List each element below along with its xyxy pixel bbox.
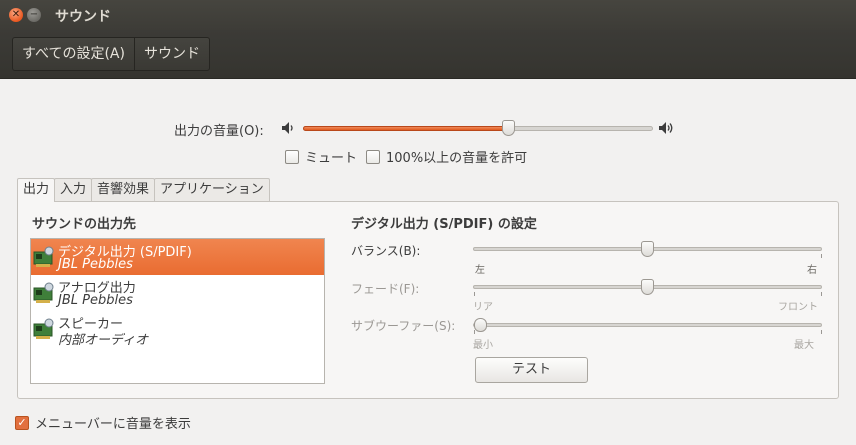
subwoofer-tick-right [821,330,822,334]
fade-label: フェード(F): [351,282,420,296]
balance-label: バランス(B): [351,244,421,258]
tab-sound-effects[interactable]: 音響効果 [91,178,156,202]
subwoofer-label: サブウーファー(S): [351,319,456,333]
output-volume-slider[interactable] [303,120,653,136]
test-button[interactable]: テスト [475,357,588,383]
balance-left-label: 左 [475,265,485,276]
tab-applications[interactable]: アプリケーション [154,178,270,202]
device-subtitle: JBL Pebbles [58,293,133,308]
mute-checkbox[interactable] [285,149,299,164]
allow-over-100-checkbox[interactable] [366,149,380,164]
subwoofer-handle [474,318,487,332]
device-subtitle: 内部オーディオ [58,333,149,348]
fade-handle [640,279,654,295]
sound-tabs: 出力 入力 音響効果 アプリケーション [17,178,270,202]
fade-slider [473,279,822,295]
subwoofer-max-label: 最大 [794,340,814,351]
allow-over-100-label: 100%以上の音量を許可 [386,151,528,166]
volume-high-icon [659,122,673,134]
balance-right-label: 右 [807,265,817,276]
subwoofer-slider [473,318,822,332]
show-in-menubar-checkbox[interactable]: ✓ [15,415,29,430]
allow-over-100-checkbox-row[interactable]: 100%以上の音量を許可 [366,147,527,166]
output-volume-handle[interactable] [502,120,516,136]
output-device-list[interactable]: デジタル出力 (S/PDIF) JBL Pebbles アナログ出力 JBL P… [30,238,325,384]
fade-rear-label: リア [473,302,493,313]
fade-tick-right [821,292,822,296]
output-volume-fill [303,126,509,131]
breadcrumb-all-settings-button[interactable]: すべての設定(A) [13,38,135,70]
balance-tick-right [821,254,822,258]
output-volume-label: 出力の音量(O): [174,124,264,139]
minimize-window-button[interactable]: − [27,8,41,22]
subwoofer-min-label: 最小 [473,340,493,351]
title-bar: ✕ − サウンド [0,0,856,30]
window-title: サウンド [55,9,111,25]
fade-tick-left [474,292,475,296]
show-in-menubar-label: メニューバーに音量を表示 [35,417,191,432]
fade-front-label: フロント [778,302,818,313]
volume-low-icon [282,122,293,134]
mute-label: ミュート [305,151,358,166]
tab-output[interactable]: 出力 [17,178,56,202]
close-window-button[interactable]: ✕ [9,8,23,22]
breadcrumb-sound-button[interactable]: サウンド [135,38,209,70]
devices-title: サウンドの出力先 [32,217,137,232]
sound-card-icon [33,318,54,339]
output-panel: サウンドの出力先 デジタル出力 (S/PDIF) JBL Pebbles アナロ… [17,201,839,399]
subwoofer-tick-left [474,330,475,334]
balance-slider[interactable] [473,241,822,257]
breadcrumb: すべての設定(A) サウンド [12,37,210,71]
balance-handle[interactable] [640,241,654,257]
show-in-menubar-checkbox-row[interactable]: ✓ メニューバーに音量を表示 [15,413,191,432]
sound-card-icon [33,282,54,303]
tab-input[interactable]: 入力 [54,178,93,202]
settings-title: デジタル出力 (S/PDIF) の設定 [351,217,537,232]
toolbar: すべての設定(A) サウンド [0,30,856,79]
device-item-analog[interactable]: アナログ出力 JBL Pebbles [31,275,324,311]
device-subtitle: JBL Pebbles [58,257,133,272]
device-item-digital[interactable]: デジタル出力 (S/PDIF) JBL Pebbles [31,239,324,275]
device-item-speaker[interactable]: スピーカー 内部オーディオ [31,311,324,348]
sound-card-icon [33,246,54,267]
mute-checkbox-row[interactable]: ミュート [285,147,357,166]
